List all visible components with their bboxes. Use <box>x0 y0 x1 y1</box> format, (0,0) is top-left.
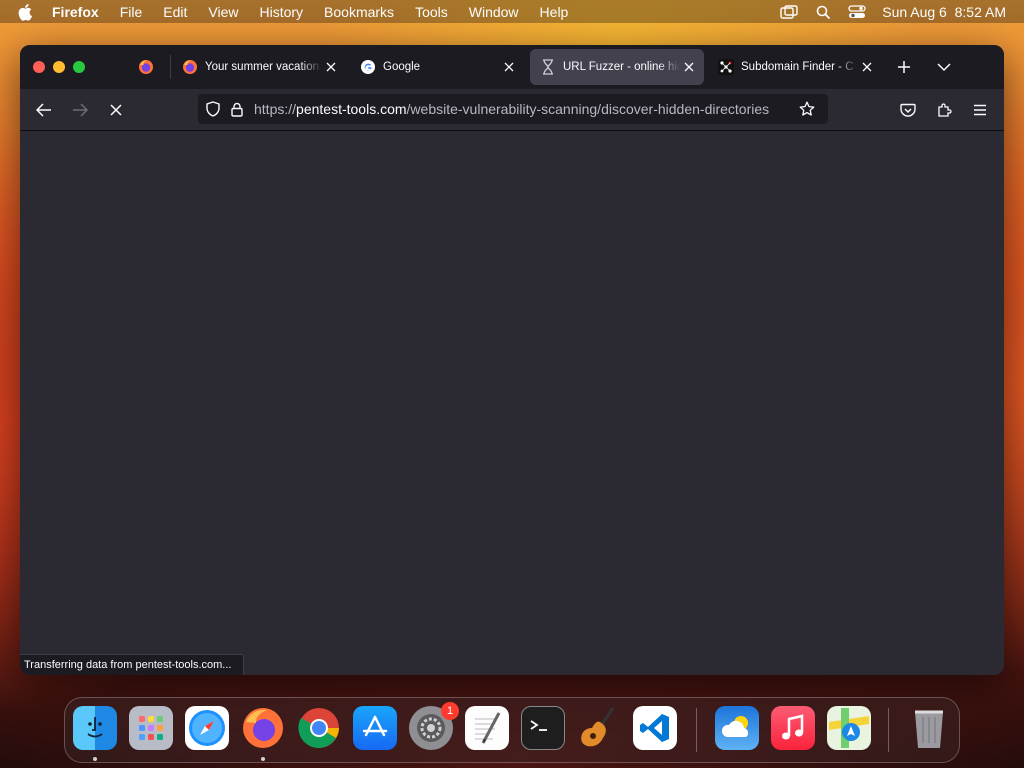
apple-icon[interactable] <box>18 3 36 21</box>
maps-icon[interactable] <box>827 706 871 750</box>
firefox-icon <box>138 59 154 75</box>
back-arrow-icon[interactable] <box>33 99 55 121</box>
hourglass-icon <box>540 59 556 75</box>
visual-studio-code-icon[interactable] <box>633 706 677 750</box>
status-panel: Transferring data from pentest-tools.com… <box>20 654 245 675</box>
url-text[interactable]: https://pentest-tools.com/website-vulner… <box>254 101 792 117</box>
menu-edit[interactable]: Edit <box>163 4 187 20</box>
pentest-tools-icon <box>718 59 734 75</box>
tab-divider <box>170 55 171 79</box>
tracking-protection-shield-icon[interactable] <box>204 100 222 118</box>
minimize-window-button[interactable] <box>53 61 65 73</box>
page-content-area[interactable]: Transferring data from pentest-tools.com… <box>20 131 1004 675</box>
control-center-icon[interactable] <box>848 3 866 21</box>
close-tab-icon[interactable] <box>680 58 698 76</box>
google-chrome-icon[interactable] <box>297 706 341 750</box>
menu-tools[interactable]: Tools <box>415 4 448 20</box>
address-bar[interactable]: https://pentest-tools.com/website-vulner… <box>198 94 828 124</box>
menu-bookmarks[interactable]: Bookmarks <box>324 4 394 20</box>
close-tab-icon[interactable] <box>500 58 518 76</box>
menu-history[interactable]: History <box>259 4 303 20</box>
finder-icon[interactable] <box>73 706 117 750</box>
running-indicator <box>93 757 97 761</box>
menu-view[interactable]: View <box>208 4 238 20</box>
screen-mirroring-icon[interactable] <box>780 3 798 21</box>
navigation-toolbar: https://pentest-tools.com/website-vulner… <box>20 89 1004 131</box>
url-scheme: https:// <box>254 101 297 117</box>
tab-summer-vacation[interactable]: Your summer vacation <box>172 49 346 85</box>
tab-title: Google <box>383 61 500 73</box>
tab-google[interactable]: Google <box>350 49 524 85</box>
menu-help[interactable]: Help <box>540 4 569 20</box>
textedit-icon[interactable] <box>465 706 509 750</box>
system-settings-icon[interactable]: 1 <box>409 702 459 750</box>
trash-icon[interactable] <box>907 706 951 750</box>
dock-separator <box>888 708 889 752</box>
lock-icon[interactable] <box>228 100 246 118</box>
close-tab-icon[interactable] <box>858 58 876 76</box>
notification-badge: 1 <box>441 702 459 720</box>
menu-bar: Firefox File Edit View History Bookmarks… <box>0 0 1024 23</box>
tab-title: Subdomain Finder - C <box>741 61 858 73</box>
tab-title: Your summer vacation <box>205 61 322 73</box>
pinned-tab[interactable] <box>128 49 164 85</box>
close-tab-icon[interactable] <box>322 58 340 76</box>
google-icon <box>360 59 376 75</box>
running-indicator <box>261 757 265 761</box>
extensions-puzzle-icon[interactable] <box>933 99 955 121</box>
safari-icon[interactable] <box>185 706 229 750</box>
url-host: pentest-tools.com <box>296 101 407 117</box>
dock-separator <box>696 708 697 752</box>
close-window-button[interactable] <box>33 61 45 73</box>
tab-strip: Your summer vacation Google URL Fuzzer -… <box>20 45 1004 89</box>
tab-url-fuzzer[interactable]: URL Fuzzer - online hid <box>530 49 704 85</box>
tab-subdomain-finder[interactable]: Subdomain Finder - C <box>708 49 882 85</box>
tab-title: URL Fuzzer - online hid <box>563 61 680 73</box>
url-path: /website-vulnerability-scanning/discover… <box>406 101 770 117</box>
menu-window[interactable]: Window <box>469 4 519 20</box>
stop-loading-icon[interactable] <box>105 99 127 121</box>
forward-arrow-icon[interactable] <box>69 99 91 121</box>
terminal-icon[interactable] <box>521 706 565 750</box>
menu-app-name[interactable]: Firefox <box>52 4 99 20</box>
spotlight-search-icon[interactable] <box>814 3 832 21</box>
list-all-tabs-icon[interactable] <box>934 57 954 77</box>
bookmark-star-icon[interactable] <box>798 100 816 118</box>
app-store-icon[interactable] <box>353 706 397 750</box>
zoom-window-button[interactable] <box>73 61 85 73</box>
dock: 1 <box>64 697 960 763</box>
firefox-icon <box>182 59 198 75</box>
menu-file[interactable]: File <box>120 4 143 20</box>
launchpad-icon[interactable] <box>129 706 173 750</box>
hamburger-menu-icon[interactable] <box>969 99 991 121</box>
pocket-icon[interactable] <box>897 99 919 121</box>
weather-icon[interactable] <box>715 706 759 750</box>
music-icon[interactable] <box>771 706 815 750</box>
menu-clock[interactable]: Sun Aug 6 8:52 AM <box>882 4 1006 20</box>
garageband-icon[interactable] <box>577 706 621 750</box>
browser-window: Your summer vacation Google URL Fuzzer -… <box>20 45 1004 675</box>
new-tab-icon[interactable] <box>894 57 914 77</box>
firefox-icon[interactable] <box>241 706 285 750</box>
